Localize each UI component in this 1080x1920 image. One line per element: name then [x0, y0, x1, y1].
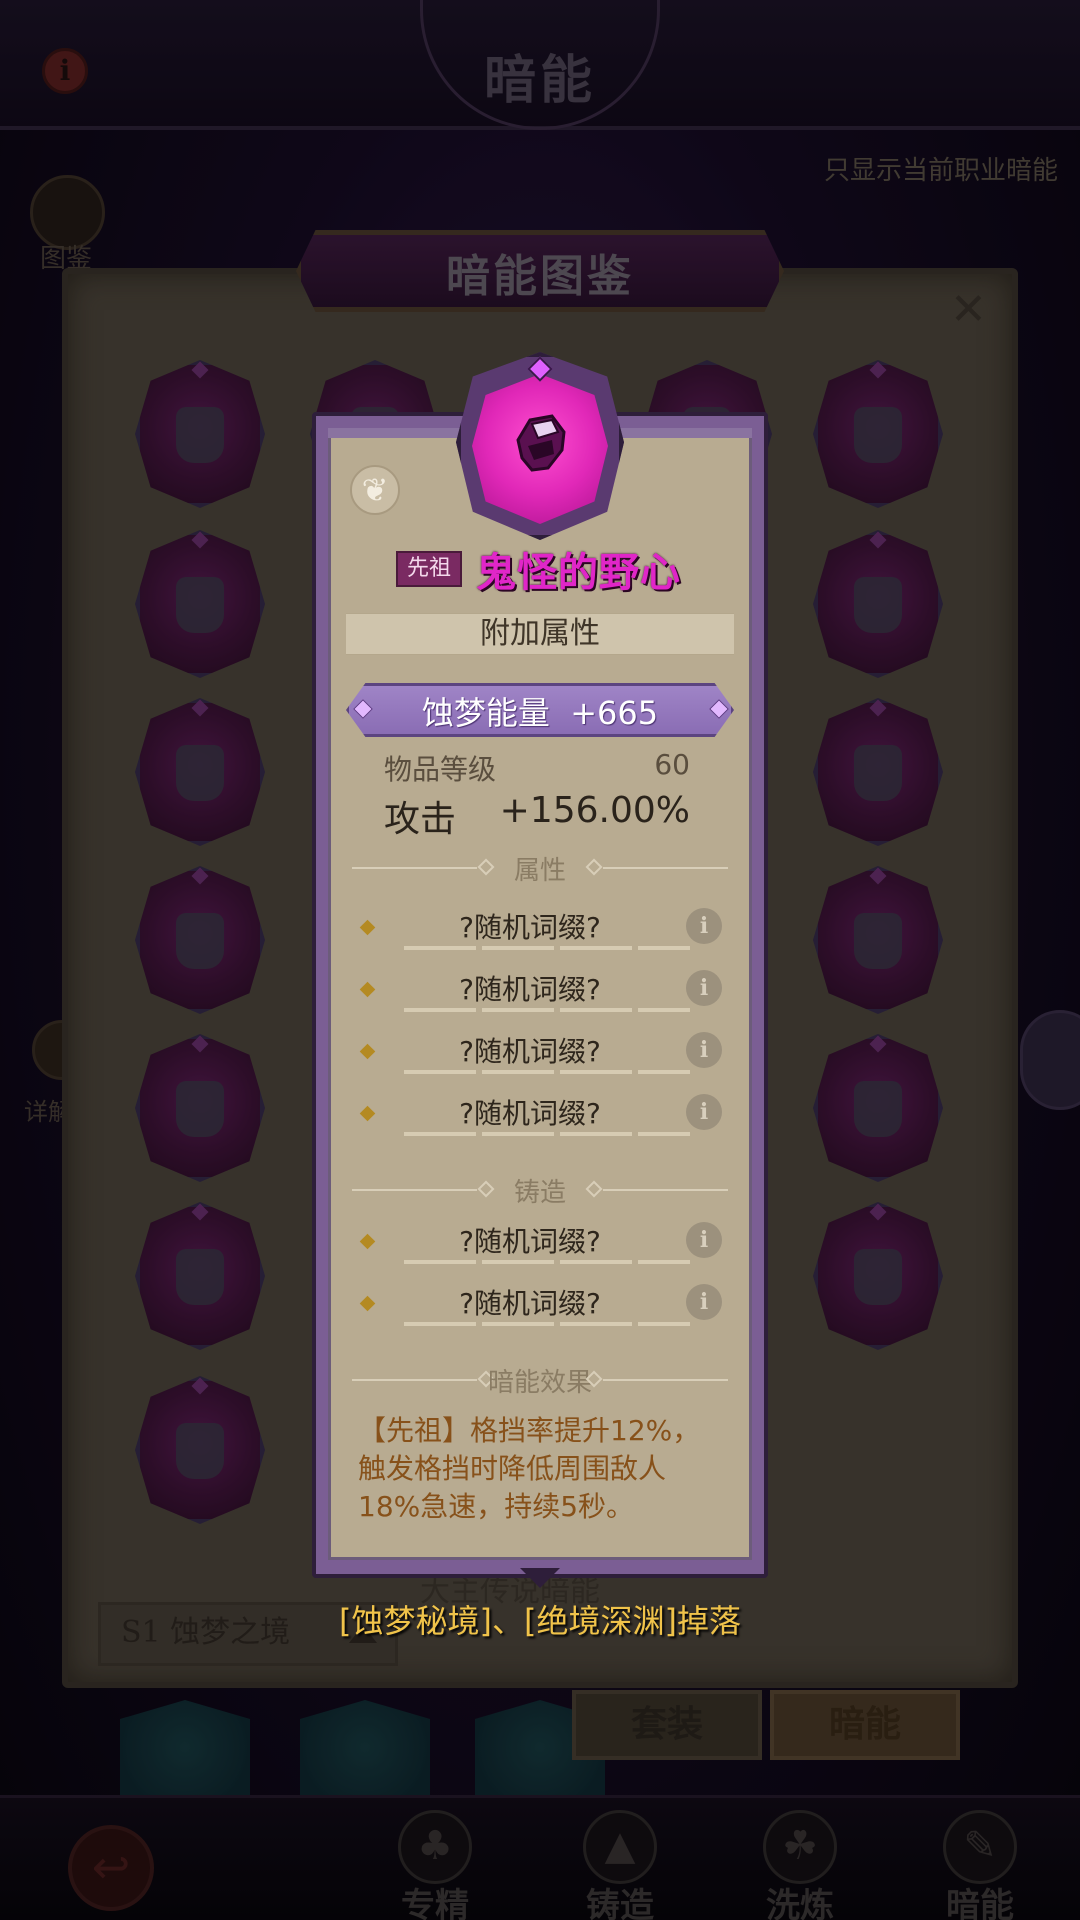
- shield-frame: [813, 530, 943, 678]
- affix-underline: [404, 946, 690, 950]
- shield-frame: [813, 866, 943, 1014]
- helmet-icon: [516, 414, 566, 472]
- shield-frame: [135, 1034, 265, 1182]
- codex-title: 暗能图鉴: [446, 251, 634, 302]
- item-level-label: 物品等级: [384, 753, 497, 786]
- attack-row: 攻击 +156.00%: [384, 790, 690, 842]
- energy-value: +665: [570, 694, 659, 732]
- codex-item-cell[interactable]: [803, 1202, 953, 1352]
- affix-underline: [404, 1322, 690, 1326]
- codex-item-cell[interactable]: [125, 1376, 275, 1526]
- drop-source-text: [蚀梦秘境]、[绝境深渊]掉落: [339, 1602, 741, 1640]
- codex-item-cell[interactable]: [803, 866, 953, 1016]
- shield-frame: [813, 698, 943, 846]
- shield-frame: [135, 698, 265, 846]
- shield-frame: [813, 1034, 943, 1182]
- back-arrow-icon[interactable]: ↩: [68, 1825, 154, 1911]
- item-level-value: 60: [654, 748, 690, 781]
- nav-label: 洗炼: [766, 1886, 834, 1920]
- anvil-icon: ▲: [583, 1810, 657, 1884]
- side-menu-button[interactable]: [1020, 1010, 1080, 1110]
- equipment-slot[interactable]: [120, 1700, 250, 1795]
- affix-underline: [404, 1008, 690, 1012]
- affix-row: ?随机词缀? i: [356, 1090, 726, 1140]
- tab-set[interactable]: 套装: [572, 1690, 762, 1760]
- triskelion-icon: ☘: [763, 1810, 837, 1884]
- divider-line: [603, 1189, 728, 1191]
- affix-underline: [404, 1070, 690, 1074]
- divider-line: [603, 1379, 728, 1381]
- class-filter-toggle[interactable]: 只显示当前职业暗能: [824, 150, 1058, 187]
- close-icon[interactable]: ✕: [950, 284, 987, 335]
- scroll-icon[interactable]: ❦: [350, 465, 400, 515]
- nav-label: 铸造: [586, 1886, 654, 1920]
- codex-item-cell[interactable]: [803, 360, 953, 510]
- attributes-divider: 属性: [352, 848, 728, 888]
- nav-label: 专精: [401, 1886, 469, 1920]
- energy-stat: 蚀梦能量 +665: [346, 688, 734, 734]
- info-icon[interactable]: i: [686, 1094, 722, 1130]
- equipment-slot[interactable]: [300, 1700, 430, 1795]
- codex-item-cell[interactable]: [803, 698, 953, 848]
- affix-text: ?随机词缀?: [459, 1287, 601, 1320]
- info-icon[interactable]: i: [686, 1032, 722, 1068]
- info-icon[interactable]: i: [686, 908, 722, 944]
- shield-frame: [135, 360, 265, 508]
- nav-tab-reforge[interactable]: ☘ 洗炼: [735, 1810, 865, 1920]
- effect-divider: 暗能效果: [352, 1360, 728, 1400]
- shield-frame: [135, 866, 265, 1014]
- info-icon[interactable]: i: [686, 970, 722, 1006]
- affix-row: ?随机词缀? i: [356, 966, 726, 1016]
- tab-dark-energy[interactable]: 暗能: [770, 1690, 960, 1760]
- shield-frame: [135, 530, 265, 678]
- affix-row: ?随机词缀? i: [356, 904, 726, 954]
- codex-item-cell[interactable]: [125, 1202, 275, 1352]
- shield-frame: [813, 1202, 943, 1350]
- tree-icon: ♣: [398, 1810, 472, 1884]
- codex-item-cell[interactable]: [125, 698, 275, 848]
- forge-affix-row: ?随机词缀? i: [356, 1218, 726, 1268]
- affix-underline: [404, 1260, 690, 1264]
- affix-text: ?随机词缀?: [459, 1225, 601, 1258]
- codex-item-cell[interactable]: [125, 866, 275, 1016]
- divider-line: [603, 867, 728, 869]
- affix-row: ?随机词缀? i: [356, 1028, 726, 1078]
- page-title: 暗能: [483, 51, 596, 111]
- info-icon[interactable]: i: [686, 1284, 722, 1320]
- nav-tab-dark-energy[interactable]: ✎ 暗能: [915, 1810, 1045, 1920]
- affix-text: ?随机词缀?: [459, 1035, 601, 1068]
- affix-text: ?随机词缀?: [459, 911, 601, 944]
- forge-affix-row: ?随机词缀? i: [356, 1280, 726, 1330]
- codex-item-cell[interactable]: [803, 530, 953, 680]
- shield-frame: [813, 360, 943, 508]
- forge-divider: 铸造: [352, 1170, 728, 1210]
- item-name: 鬼怪的野心: [476, 549, 681, 596]
- affix-text: ?随机词缀?: [459, 1097, 601, 1130]
- attack-label: 攻击: [384, 799, 457, 840]
- extra-attributes-heading: 附加属性: [346, 613, 734, 655]
- feather-icon: ✎: [943, 1810, 1017, 1884]
- affix-text: ?随机词缀?: [459, 973, 601, 1006]
- shield-frame: [135, 1376, 265, 1524]
- info-icon[interactable]: i: [686, 1222, 722, 1258]
- nav-tab-forge[interactable]: ▲ 铸造: [555, 1810, 685, 1920]
- nav-tab-specialization[interactable]: ♣ 专精: [370, 1810, 500, 1920]
- attack-value: +156.00%: [499, 790, 690, 831]
- energy-label: 蚀梦能量: [421, 694, 550, 732]
- affix-underline: [404, 1132, 690, 1136]
- item-level-row: 物品等级 60: [384, 748, 690, 788]
- effect-description: 【先祖】格挡率提升12%，触发格挡时降低周围敌人18%急速，持续5秒。: [358, 1414, 701, 1523]
- codex-item-cell[interactable]: [125, 530, 275, 680]
- nav-label: 暗能: [946, 1886, 1014, 1920]
- codex-item-cell[interactable]: [125, 1034, 275, 1184]
- codex-item-cell[interactable]: [803, 1034, 953, 1184]
- codex-item-cell[interactable]: [125, 360, 275, 510]
- rarity-badge: 先祖: [396, 551, 462, 587]
- shield-frame: [135, 1202, 265, 1350]
